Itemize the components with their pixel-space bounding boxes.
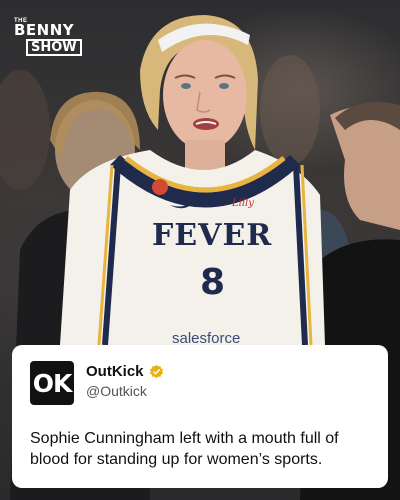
avatar-text: OK: [32, 368, 73, 398]
tweet-text: Sophie Cunningham left with a mouth full…: [30, 430, 339, 468]
jersey-team-text: FEVER: [152, 218, 273, 253]
jersey-patch-text: Lilly: [232, 198, 254, 209]
tweet-card[interactable]: OK OutKick @Outkick Sophie Cunningham le…: [12, 345, 388, 488]
account-handle[interactable]: @Outkick: [86, 383, 147, 399]
account-name-label: OutKick: [86, 363, 144, 380]
jersey-number-text: 8: [200, 262, 226, 303]
logo-line2: SHOW: [26, 39, 82, 56]
benny-show-logo: THE BENNY SHOW: [12, 18, 82, 58]
verified-badge-icon: [149, 364, 163, 379]
account-name[interactable]: OutKick: [86, 363, 164, 380]
avatar[interactable]: OK: [30, 361, 74, 405]
logo-line1: BENNY: [14, 21, 75, 39]
